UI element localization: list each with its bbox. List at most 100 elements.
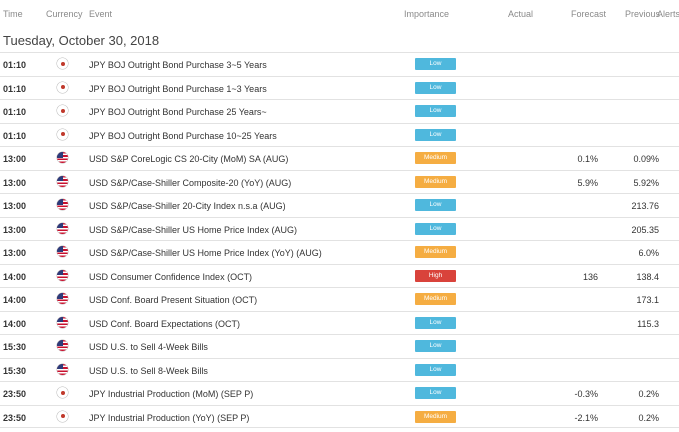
forecast-value: 136: [582, 271, 598, 282]
us-flag-icon: [57, 175, 68, 187]
event-name[interactable]: JPY Industrial Production (YoY) (SEP P): [89, 413, 249, 423]
previous-value: 213.76: [631, 201, 659, 211]
event-name[interactable]: USD S&P/Case-Shiller US Home Price Index…: [89, 225, 297, 235]
table-header: Time Currency Event Importance Actual Fo…: [0, 0, 679, 26]
event-time: 13:00: [3, 154, 27, 164]
event-name[interactable]: JPY BOJ Outright Bond Purchase 3~5 Years: [89, 60, 267, 70]
importance-badge: Medium: [415, 152, 456, 164]
jp-flag-icon: [57, 410, 68, 422]
table-row[interactable]: 13:00 USD S&P/Case-Shiller US Home Price …: [0, 240, 679, 264]
forecast-value: -2.1%: [574, 412, 598, 423]
event-time: 14:00: [3, 271, 27, 282]
table-row[interactable]: 23:50 JPY Industrial Production (YoY) (SE…: [0, 404, 679, 428]
previous-value: 0.2%: [638, 389, 659, 399]
us-flag-icon: [57, 152, 68, 163]
us-flag-icon: [57, 340, 68, 351]
importance-badge: Low: [415, 363, 456, 376]
event-time: 23:50: [3, 412, 27, 423]
importance-badge: Low: [415, 316, 456, 329]
importance-badge: Low: [415, 222, 456, 235]
table-row[interactable]: 14:00 USD Conf. Board Present Situation (…: [0, 287, 679, 311]
table-row[interactable]: 15:30 USD U.S. to Sell 8-Week Bills Low: [0, 357, 679, 382]
date-heading: Tuesday, October 30, 2018: [3, 33, 160, 48]
event-name[interactable]: USD U.S. to Sell 4-Week Bills: [89, 342, 208, 352]
table-row[interactable]: 01:10 JPY BOJ Outright Bond Purchase 10~2…: [0, 122, 679, 147]
event-name[interactable]: JPY BOJ Outright Bond Purchase 1~3 Years: [89, 84, 267, 94]
table-row[interactable]: 13:00 USD S&P/Case-Shiller US Home Price …: [0, 216, 679, 241]
table-row[interactable]: 13:00 USD S&P CoreLogic CS 20-City (MoM) …: [0, 146, 679, 170]
importance-badge: Low: [415, 199, 456, 211]
us-flag-icon: [57, 222, 68, 234]
previous-value: 5.92%: [633, 177, 659, 188]
importance-badge: Low: [415, 128, 456, 141]
importance-badge: Medium: [415, 410, 456, 423]
table-row[interactable]: 14:00 USD Consumer Confidence Index (OCT)…: [0, 263, 679, 288]
event-time: 13:00: [3, 248, 27, 258]
previous-value: 205.35: [631, 224, 659, 235]
importance-badge: Medium: [415, 246, 456, 258]
header-actual[interactable]: Actual: [508, 9, 533, 19]
jp-flag-icon: [57, 81, 68, 93]
event-name[interactable]: JPY BOJ Outright Bond Purchase 25 Years~: [89, 107, 267, 117]
event-time: 01:10: [3, 130, 27, 141]
forecast-value: -0.3%: [574, 389, 598, 399]
event-time: 14:00: [3, 295, 27, 305]
header-event[interactable]: Event: [89, 9, 112, 19]
table-row[interactable]: 01:10 JPY BOJ Outright Bond Purchase 25 Y…: [0, 99, 679, 123]
importance-badge: Low: [415, 58, 456, 70]
previous-value: 0.09%: [633, 154, 659, 164]
event-name[interactable]: USD S&P/Case-Shiller 20-City Index n.s.a…: [89, 201, 286, 211]
header-alerts[interactable]: Alerts: [657, 9, 679, 19]
event-name[interactable]: USD Conf. Board Expectations (OCT): [89, 319, 240, 329]
event-time: 13:00: [3, 201, 27, 211]
event-time: 01:10: [3, 60, 27, 70]
importance-badge: High: [415, 269, 456, 282]
us-flag-icon: [57, 269, 68, 281]
event-time: 01:10: [3, 83, 27, 94]
table-row[interactable]: 14:00 USD Conf. Board Expectations (OCT) L…: [0, 310, 679, 335]
importance-badge: Low: [415, 81, 456, 94]
us-flag-icon: [57, 316, 68, 328]
jp-flag-icon: [57, 105, 68, 116]
event-time: 15:30: [3, 342, 27, 352]
forecast-value: 5.9%: [577, 177, 598, 188]
event-name[interactable]: USD S&P/Case-Shiller Composite-20 (YoY) …: [89, 178, 291, 188]
table-row[interactable]: 13:00 USD S&P/Case-Shiller 20-City Index …: [0, 193, 679, 217]
us-flag-icon: [57, 363, 68, 375]
event-name[interactable]: USD U.S. to Sell 8-Week Bills: [89, 366, 208, 376]
header-importance[interactable]: Importance: [404, 9, 449, 19]
importance-badge: Medium: [415, 293, 456, 305]
table-row[interactable]: 13:00 USD S&P/Case-Shiller Composite-20 (…: [0, 169, 679, 194]
event-name[interactable]: JPY Industrial Production (MoM) (SEP P): [89, 389, 253, 399]
header-time[interactable]: Time: [3, 9, 23, 19]
us-flag-icon: [57, 246, 68, 257]
event-name[interactable]: USD S&P/Case-Shiller US Home Price Index…: [89, 248, 322, 258]
table-row[interactable]: 23:50 JPY Industrial Production (MoM) (SE…: [0, 381, 679, 405]
event-time: 13:00: [3, 224, 27, 235]
importance-badge: Low: [415, 340, 456, 352]
importance-badge: Low: [415, 387, 456, 399]
event-table: 01:10 JPY BOJ Outright Bond Purchase 3~5 …: [0, 52, 679, 428]
header-forecast[interactable]: Forecast: [571, 9, 606, 19]
event-name[interactable]: USD Conf. Board Present Situation (OCT): [89, 295, 257, 305]
header-currency[interactable]: Currency: [46, 9, 83, 19]
importance-badge: Medium: [415, 175, 456, 188]
previous-value: 115.3: [637, 318, 659, 329]
jp-flag-icon: [57, 387, 68, 398]
us-flag-icon: [57, 199, 68, 210]
previous-value: 173.1: [636, 295, 659, 305]
event-time: 13:00: [3, 177, 27, 188]
header-previous[interactable]: Previous: [625, 9, 660, 19]
event-name[interactable]: USD Consumer Confidence Index (OCT): [89, 272, 252, 282]
table-row[interactable]: 15:30 USD U.S. to Sell 4-Week Bills Low: [0, 334, 679, 358]
table-row[interactable]: 01:10 JPY BOJ Outright Bond Purchase 3~5 …: [0, 52, 679, 76]
jp-flag-icon: [57, 128, 68, 140]
table-row[interactable]: 01:10 JPY BOJ Outright Bond Purchase 1~3 …: [0, 75, 679, 100]
previous-value: 0.2%: [638, 412, 659, 423]
jp-flag-icon: [57, 58, 68, 69]
event-name[interactable]: JPY BOJ Outright Bond Purchase 10~25 Yea…: [89, 131, 277, 141]
previous-value: 138.4: [636, 271, 659, 282]
event-name[interactable]: USD S&P CoreLogic CS 20-City (MoM) SA (A…: [89, 154, 288, 164]
event-time: 01:10: [3, 107, 27, 117]
previous-value: 6.0%: [638, 248, 659, 258]
